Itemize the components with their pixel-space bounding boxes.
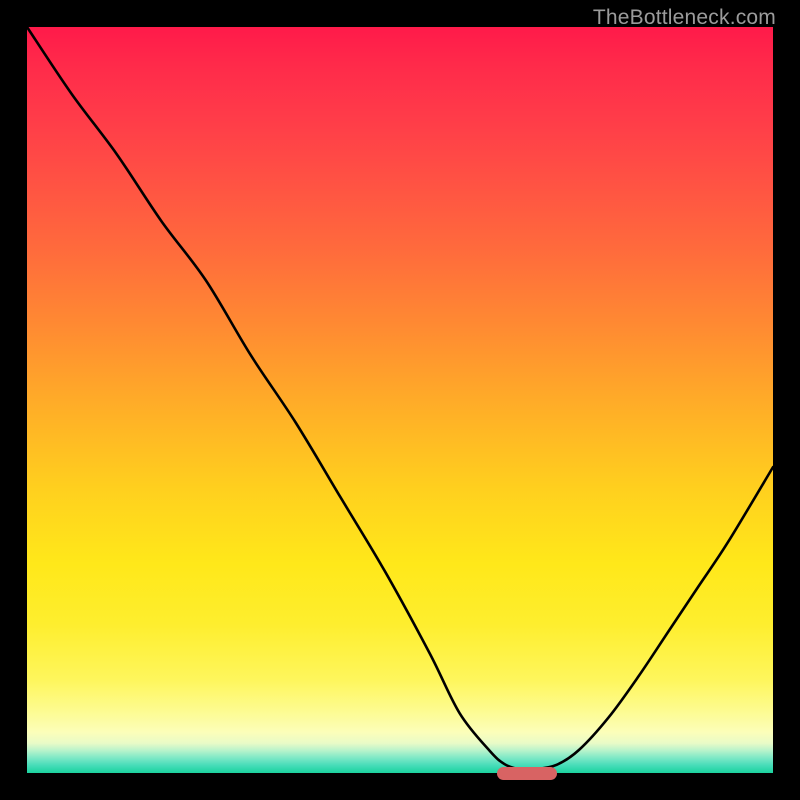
bottleneck-curve xyxy=(27,27,773,773)
watermark: TheBottleneck.com xyxy=(593,6,776,30)
optimum-marker xyxy=(497,767,557,780)
chart-frame: TheBottleneck.com xyxy=(0,0,800,800)
